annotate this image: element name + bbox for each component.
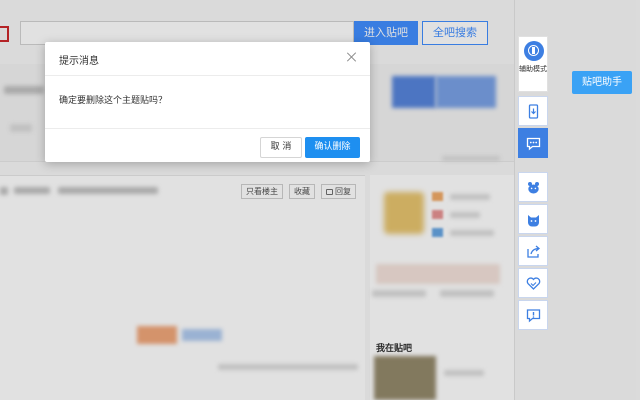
assist-mode-button[interactable]: 辅助模式 [518, 36, 548, 92]
dialog-header: 提示消息 [45, 42, 370, 76]
message-button[interactable] [518, 128, 548, 158]
share-icon [526, 244, 541, 259]
cat-button[interactable] [518, 204, 548, 234]
confirm-delete-dialog: 提示消息 确定要删除这个主题贴吗？ 取 消 确认删除 [45, 42, 370, 162]
mobile-icon [526, 104, 541, 119]
mobile-button[interactable] [518, 96, 548, 126]
assist-mode-label: 辅助模式 [519, 65, 547, 73]
share-button[interactable] [518, 236, 548, 266]
close-icon[interactable] [346, 51, 358, 63]
message-icon [526, 136, 541, 151]
confirm-delete-button[interactable]: 确认删除 [305, 137, 360, 158]
report-icon [526, 308, 541, 323]
favorite-heart-button[interactable] [518, 268, 548, 298]
accessibility-icon [524, 41, 544, 61]
bear-button[interactable] [518, 172, 548, 202]
cat-icon [526, 212, 541, 227]
report-button[interactable] [518, 300, 548, 330]
dialog-title: 提示消息 [59, 56, 99, 67]
heart-icon [526, 276, 541, 291]
dialog-message: 确定要删除这个主题贴吗？ [59, 96, 168, 106]
dialog-footer: 取 消 确认删除 [45, 128, 370, 162]
bear-icon [526, 180, 541, 195]
cancel-button[interactable]: 取 消 [260, 137, 302, 158]
tieba-helper-button[interactable]: 贴吧助手 [572, 71, 632, 94]
